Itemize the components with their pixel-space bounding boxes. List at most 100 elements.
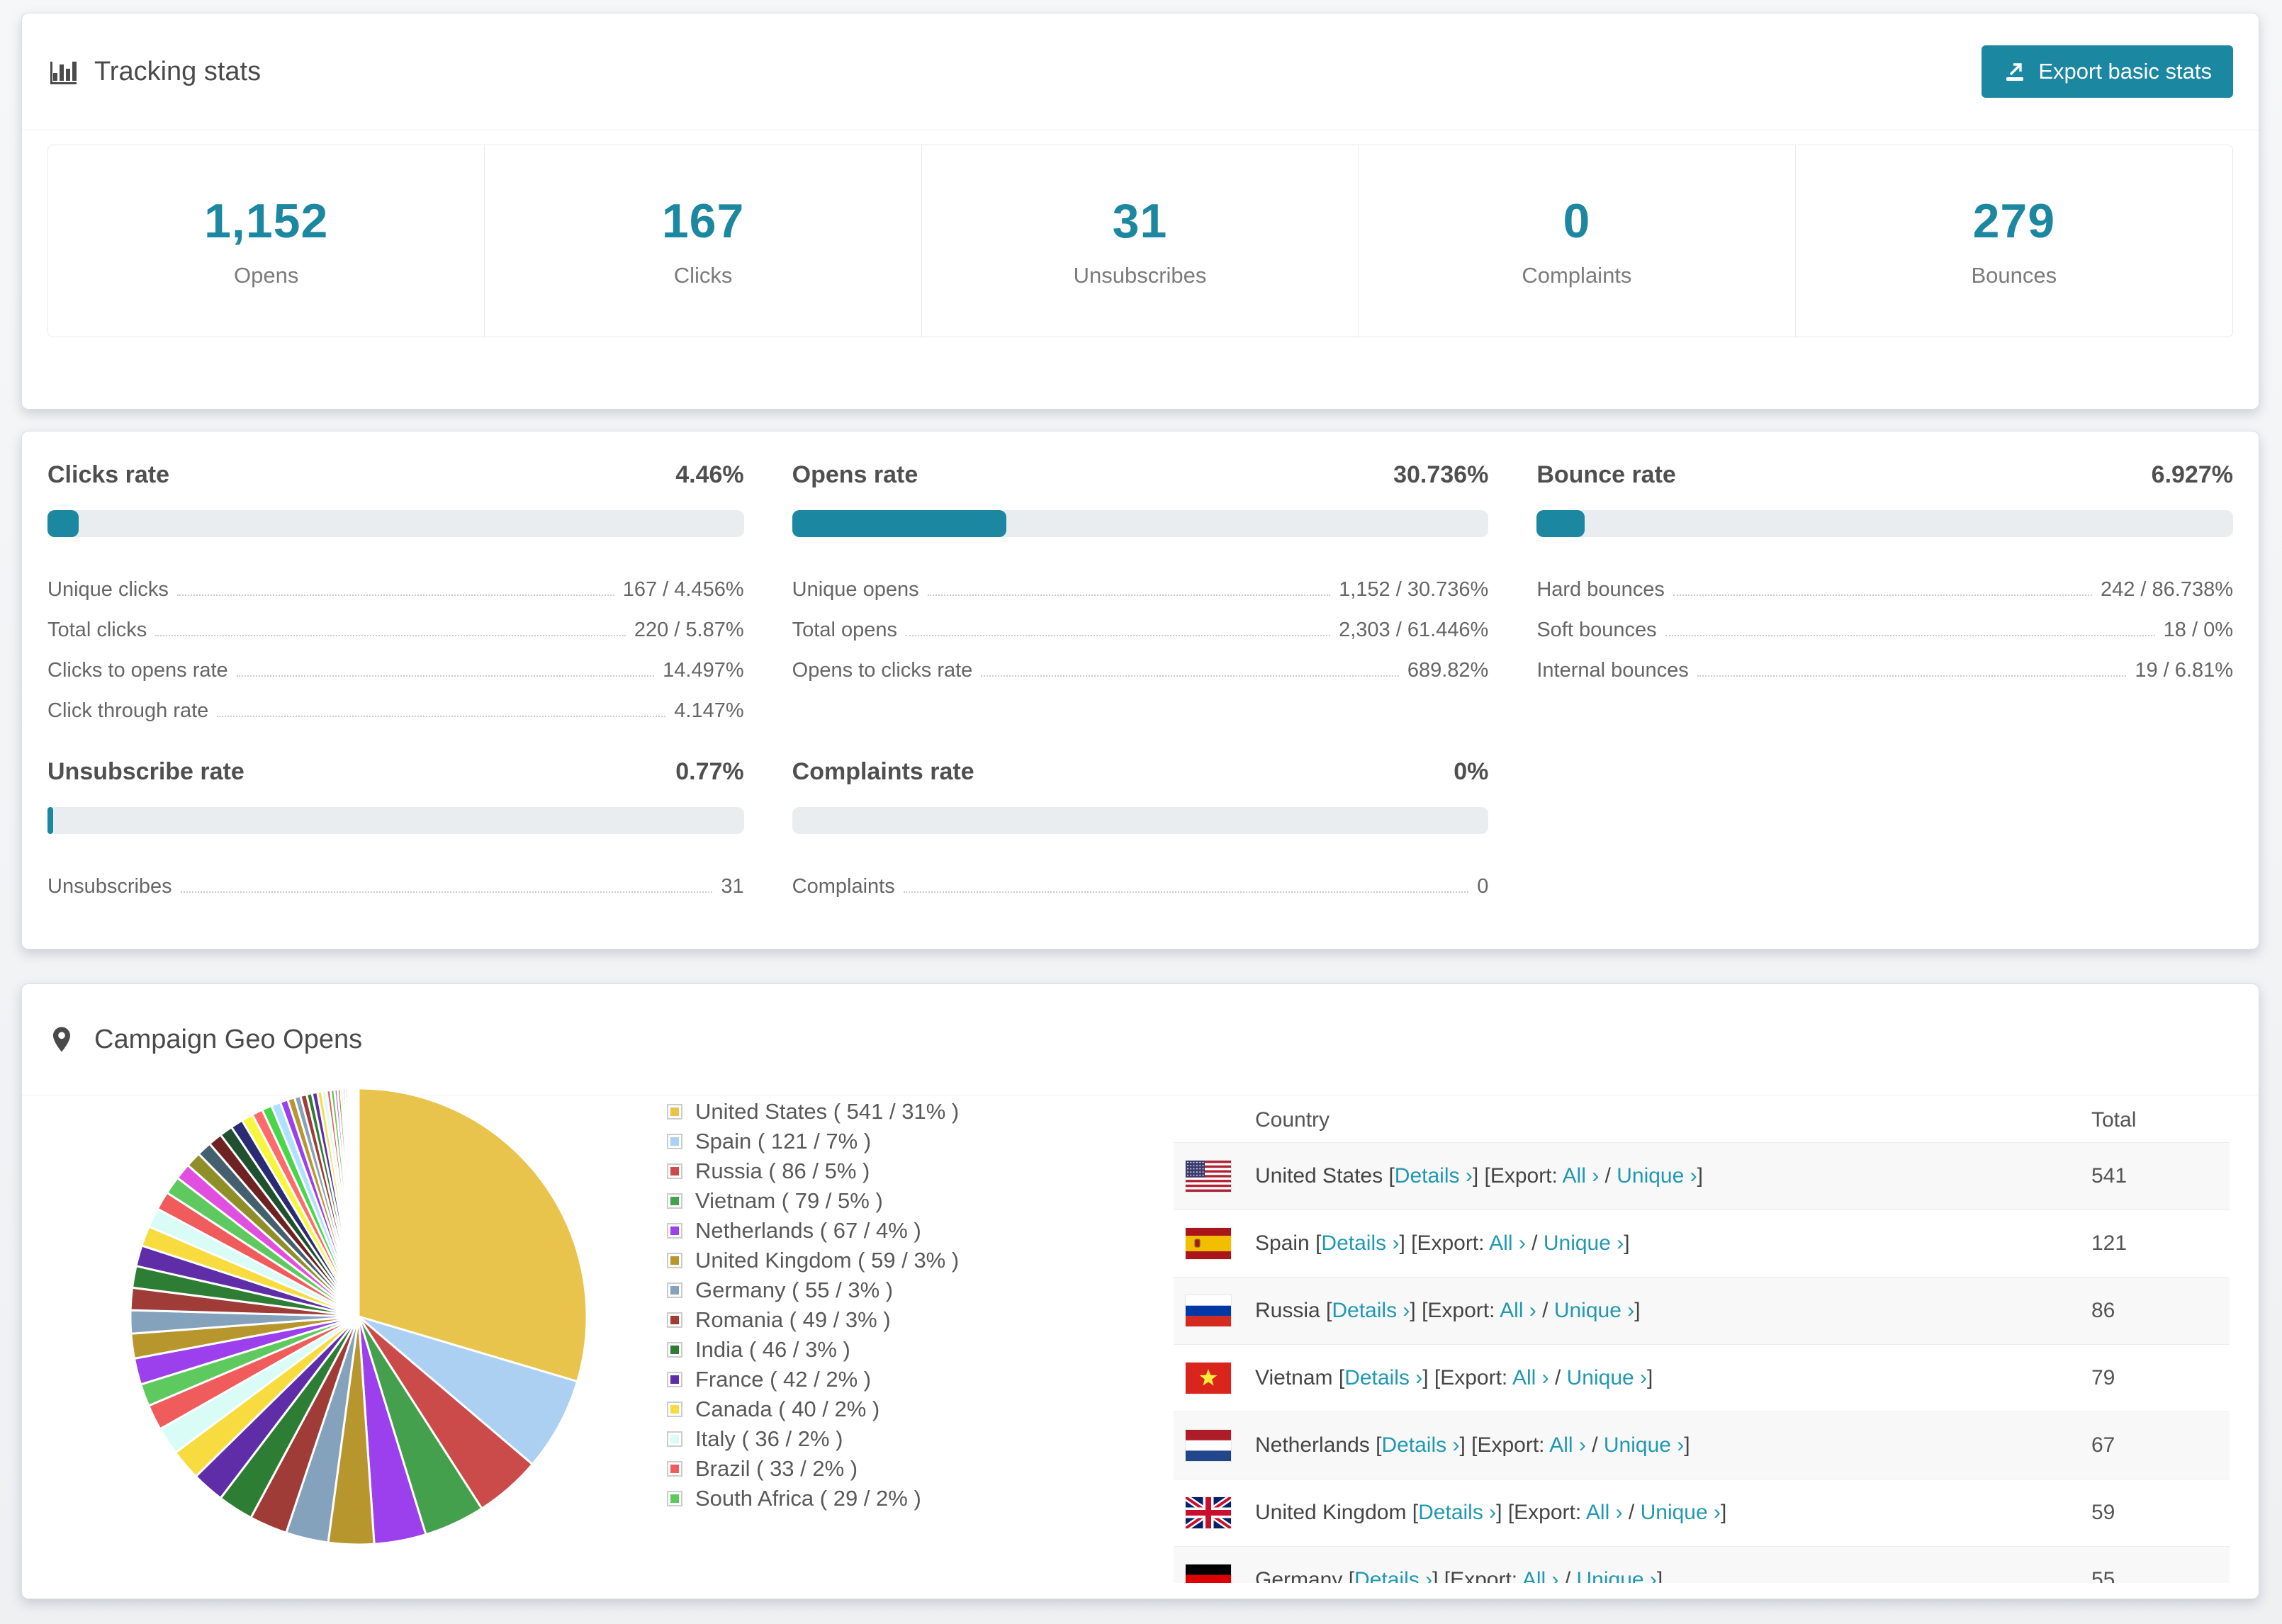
rate-row: Opens to clicks rate 689.82% xyxy=(792,642,1489,682)
tracking-stats-card: Tracking stats Export basic stats 1,152 O… xyxy=(21,13,2259,410)
dotted-leader xyxy=(155,635,626,636)
export-unique-link[interactable]: Unique › xyxy=(1544,1231,1624,1255)
rates-card: Clicks rate 4.46% Unique clicks 167 / 4.456… xyxy=(21,431,2259,949)
legend-swatch xyxy=(667,1461,682,1477)
rate-block-complaints-rate: Complaints rate 0% Complaints 0 xyxy=(792,758,1489,898)
legend-swatch xyxy=(667,1431,682,1447)
legend-label: India ( 46 / 3% ) xyxy=(695,1337,850,1362)
legend-label: Romania ( 49 / 3% ) xyxy=(695,1307,891,1332)
rate-row: Total clicks 220 / 5.87% xyxy=(47,602,744,642)
dotted-leader xyxy=(217,716,666,717)
geo-header: Campaign Geo Opens xyxy=(47,984,2233,1095)
details-link[interactable]: Details › xyxy=(1354,1568,1432,1583)
geo-row-text: Netherlands [Details ›] [Export: All › /… xyxy=(1255,1433,1690,1457)
dotted-leader xyxy=(903,891,1469,893)
geo-row-vietnam: Vietnam [Details ›] [Export: All › / Uni… xyxy=(1174,1344,2230,1411)
dotted-leader xyxy=(1665,635,2155,636)
rate-row: Click through rate 4.147% xyxy=(47,682,744,723)
stat-value: 0 xyxy=(1563,194,1591,248)
geo-row-total: 541 xyxy=(2091,1164,2128,1188)
rate-head: Complaints rate 0% xyxy=(792,758,1489,786)
export-all-link[interactable]: All › xyxy=(1563,1164,1600,1188)
legend-swatch xyxy=(667,1104,682,1120)
progress-track xyxy=(47,807,744,834)
rate-row: Total opens 2,303 / 61.446% xyxy=(792,602,1489,642)
export-unique-link[interactable]: Unique › xyxy=(1567,1366,1647,1389)
rate-row-value: 2,303 / 61.446% xyxy=(1339,618,1489,641)
legend-item-russia: Russia ( 86 / 5% ) xyxy=(667,1156,959,1186)
export-all-link[interactable]: All › xyxy=(1512,1366,1549,1389)
export-unique-link[interactable]: Unique › xyxy=(1577,1568,1657,1583)
geo-title: Campaign Geo Opens xyxy=(94,1024,363,1054)
legend-item-south-africa: South Africa ( 29 / 2% ) xyxy=(667,1484,959,1513)
export-unique-link[interactable]: Unique › xyxy=(1604,1433,1684,1457)
geo-row-spain: Spain [Details ›] [Export: All › / Uniqu… xyxy=(1174,1209,2230,1277)
stat-value: 1,152 xyxy=(204,194,329,248)
geo-row-text: Germany [Details ›] [Export: All › / Uni… xyxy=(1255,1568,1663,1583)
export-unique-link[interactable]: Unique › xyxy=(1554,1299,1634,1322)
legend-item-canada: Canada ( 40 / 2% ) xyxy=(667,1394,959,1424)
geo-row-text: United States [Details ›] [Export: All ›… xyxy=(1255,1164,1703,1188)
details-link[interactable]: Details › xyxy=(1418,1501,1496,1524)
export-basic-stats-button[interactable]: Export basic stats xyxy=(1982,45,2233,98)
pie-legend: United States ( 541 / 31% ) Spain ( 121 /… xyxy=(667,1097,959,1513)
geo-row-total: 59 xyxy=(2091,1501,2115,1524)
export-all-link[interactable]: All › xyxy=(1500,1299,1536,1322)
geo-row-russia: Russia [Details ›] [Export: All › / Uniq… xyxy=(1174,1277,2230,1344)
geo-row-germany: Germany [Details ›] [Export: All › / Uni… xyxy=(1174,1546,2230,1583)
rate-block-unsubscribe-rate: Unsubscribe rate 0.77% Unsubscribes 31 xyxy=(47,758,744,898)
export-button-label: Export basic stats xyxy=(2038,59,2212,84)
us-flag-icon xyxy=(1186,1161,1231,1192)
campaign-geo-opens-card: Campaign Geo Opens United States ( 541 /… xyxy=(21,983,2259,1599)
export-icon xyxy=(2006,63,2024,81)
rate-value: 0.77% xyxy=(675,758,744,785)
rate-row: Internal bounces 19 / 6.81% xyxy=(1536,642,2233,682)
rate-block-opens-rate: Opens rate 30.736% Unique opens 1,152 / 30.… xyxy=(792,461,1489,723)
legend-label: Spain ( 121 / 7% ) xyxy=(695,1129,872,1154)
details-link[interactable]: Details › xyxy=(1395,1164,1473,1188)
rate-head: Bounce rate 6.927% xyxy=(1536,461,2233,489)
stat-label: Unsubscribes xyxy=(1073,263,1207,288)
rate-row-label: Unique opens xyxy=(792,577,919,601)
export-unique-link[interactable]: Unique › xyxy=(1617,1164,1697,1188)
stat-value: 31 xyxy=(1112,194,1168,248)
nl-flag-icon xyxy=(1186,1430,1231,1461)
legend-item-romania: Romania ( 49 / 3% ) xyxy=(667,1305,959,1335)
legend-label: South Africa ( 29 / 2% ) xyxy=(695,1486,921,1511)
stat-label: Complaints xyxy=(1522,263,1632,288)
details-link[interactable]: Details › xyxy=(1344,1366,1422,1389)
legend-label: United States ( 541 / 31% ) xyxy=(695,1099,960,1124)
legend-swatch xyxy=(667,1163,682,1179)
export-all-link[interactable]: All › xyxy=(1549,1433,1586,1457)
details-link[interactable]: Details › xyxy=(1381,1433,1459,1457)
tracking-stats-header: Tracking stats Export basic stats xyxy=(47,13,2233,130)
progress-fill xyxy=(47,510,79,537)
export-all-link[interactable]: All › xyxy=(1586,1501,1623,1524)
total-column-header: Total xyxy=(2091,1108,2137,1132)
rate-title: Unsubscribe rate xyxy=(47,758,244,785)
legend-label: Germany ( 55 / 3% ) xyxy=(695,1278,894,1302)
rate-title: Bounce rate xyxy=(1536,461,1676,488)
dotted-leader xyxy=(1697,675,2127,677)
stat-unsubscribes: 31 Unsubscribes xyxy=(922,145,1359,337)
progress-track xyxy=(792,510,1489,537)
export-all-link[interactable]: All › xyxy=(1489,1231,1526,1255)
details-link[interactable]: Details › xyxy=(1321,1231,1399,1255)
legend-label: Canada ( 40 / 2% ) xyxy=(695,1397,880,1421)
rate-value: 4.46% xyxy=(675,461,744,488)
progress-track xyxy=(1536,510,2233,537)
export-all-link[interactable]: All › xyxy=(1522,1568,1559,1583)
details-link[interactable]: Details › xyxy=(1332,1299,1410,1322)
geo-row-text: Spain [Details ›] [Export: All › / Uniqu… xyxy=(1255,1231,1630,1255)
bar-chart-icon xyxy=(50,62,77,84)
rate-row-value: 1,152 / 30.736% xyxy=(1339,577,1489,601)
legend-label: United Kingdom ( 59 / 3% ) xyxy=(695,1248,960,1273)
stat-label: Opens xyxy=(234,263,299,288)
dotted-leader xyxy=(1673,594,2092,596)
de-flag-icon xyxy=(1186,1564,1231,1583)
stat-value: 279 xyxy=(1972,194,2056,248)
legend-swatch xyxy=(667,1134,682,1149)
export-unique-link[interactable]: Unique › xyxy=(1641,1501,1721,1524)
dotted-leader xyxy=(927,594,1331,596)
rate-row-label: Total opens xyxy=(792,618,897,641)
